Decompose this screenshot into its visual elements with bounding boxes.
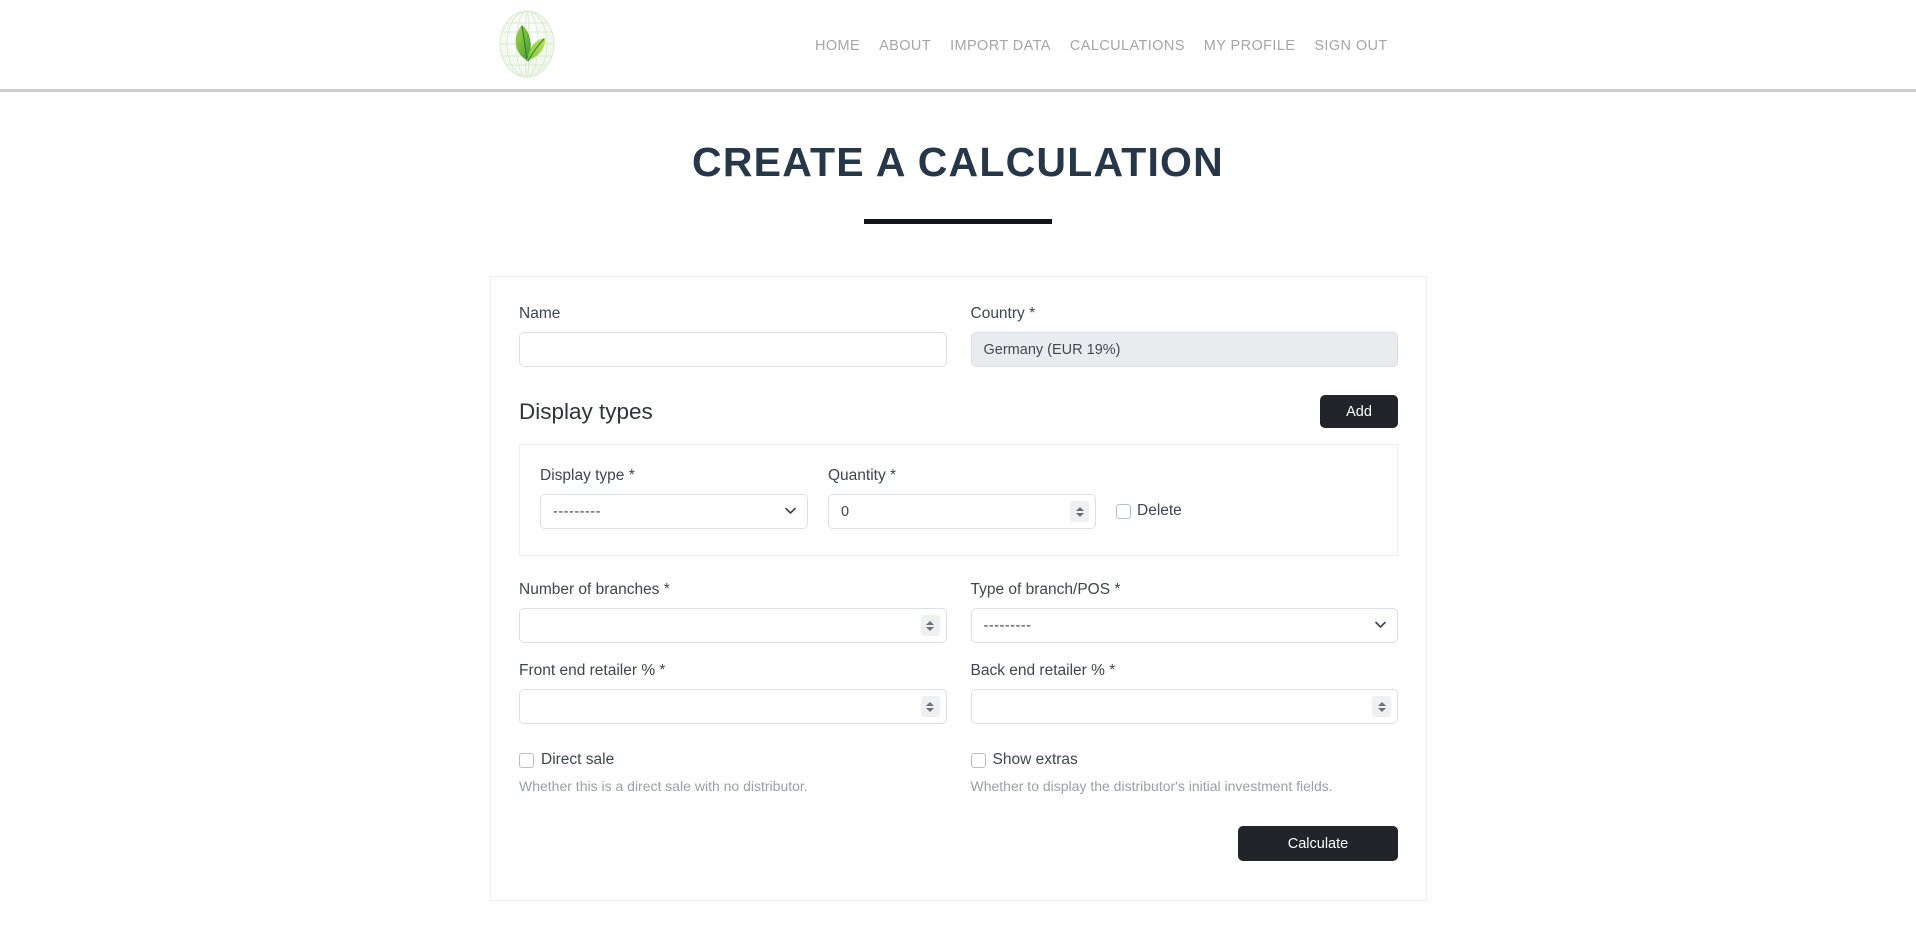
front-end-retailer-group: Front end retailer % * bbox=[519, 662, 947, 724]
direct-sale-checkbox[interactable] bbox=[519, 752, 534, 768]
nav-link-my-profile[interactable]: MY PROFILE bbox=[1204, 38, 1296, 54]
front-end-retailer-stepper[interactable] bbox=[920, 696, 940, 717]
name-field-group: Name bbox=[519, 305, 947, 367]
type-of-branch-group: Type of branch/POS * --------- bbox=[970, 581, 1398, 643]
back-end-retailer-label: Back end retailer % * bbox=[970, 662, 1116, 679]
number-of-branches-label: Number of branches * bbox=[519, 581, 670, 598]
country-label: Country * bbox=[970, 305, 1036, 322]
stepper-up-icon[interactable] bbox=[1377, 701, 1386, 706]
main-navigation: HOME ABOUT IMPORT DATA CALCULATIONS MY P… bbox=[815, 38, 1388, 54]
nav-link-home[interactable]: HOME bbox=[815, 38, 860, 54]
delete-checkbox-group[interactable]: Delete bbox=[1116, 494, 1182, 529]
title-underline-rule bbox=[864, 219, 1052, 225]
back-end-retailer-input[interactable] bbox=[970, 689, 1398, 724]
site-header: HOME ABOUT IMPORT DATA CALCULATIONS MY P… bbox=[0, 0, 1916, 92]
direct-sale-group: Direct sale Whether this is a direct sal… bbox=[519, 751, 947, 794]
display-type-field-group: Display type * --------- bbox=[540, 467, 808, 529]
quantity-field-group: Quantity * bbox=[828, 467, 1096, 529]
name-label: Name bbox=[519, 305, 561, 322]
display-type-select[interactable]: --------- bbox=[540, 494, 808, 529]
delete-checkbox-label: Delete bbox=[1137, 502, 1182, 519]
branches-row: Number of branches * Type of branch/POS … bbox=[519, 581, 1398, 643]
calculation-form-card: Name Country * Display types Add Display… bbox=[490, 276, 1427, 901]
direct-sale-checkbox-line[interactable]: Direct sale bbox=[519, 751, 947, 769]
show-extras-help-text: Whether to display the distributor's ini… bbox=[970, 778, 1333, 794]
back-end-retailer-stepper[interactable] bbox=[1372, 696, 1391, 717]
page-title: CREATE A CALCULATION bbox=[692, 139, 1224, 185]
show-extras-checkbox-line[interactable]: Show extras bbox=[970, 751, 1399, 769]
retailer-percent-row: Front end retailer % * Back end retailer… bbox=[519, 662, 1398, 724]
show-extras-group: Show extras Whether to display the distr… bbox=[970, 751, 1399, 794]
type-of-branch-label: Type of branch/POS * bbox=[970, 581, 1121, 598]
display-types-title: Display types bbox=[519, 398, 653, 424]
direct-sale-label: Direct sale bbox=[541, 751, 615, 768]
number-of-branches-stepper[interactable] bbox=[920, 615, 940, 636]
leaf-globe-logo-icon[interactable] bbox=[491, 8, 563, 80]
nav-link-sign-out[interactable]: SIGN OUT bbox=[1314, 38, 1387, 54]
display-types-panel: Display type * --------- Quantity * 0 De… bbox=[519, 444, 1398, 556]
front-end-retailer-input[interactable] bbox=[519, 689, 947, 724]
form-footer-actions: Calculate bbox=[519, 826, 1398, 861]
front-end-retailer-label: Front end retailer % * bbox=[519, 662, 666, 679]
quantity-label: Quantity * bbox=[828, 467, 897, 484]
stepper-up-icon[interactable] bbox=[926, 701, 934, 706]
page-title-section: CREATE A CALCULATION bbox=[0, 139, 1916, 225]
show-extras-checkbox[interactable] bbox=[970, 752, 986, 768]
show-extras-label: Show extras bbox=[992, 751, 1078, 768]
nav-link-calculations[interactable]: CALCULATIONS bbox=[1070, 38, 1185, 54]
stepper-down-icon[interactable] bbox=[926, 707, 934, 712]
quantity-input[interactable] bbox=[828, 494, 1096, 529]
nav-link-about[interactable]: ABOUT bbox=[879, 38, 931, 54]
display-type-label: Display type * bbox=[540, 467, 635, 484]
country-field-group: Country * bbox=[970, 305, 1398, 367]
name-country-row: Name Country * bbox=[519, 305, 1398, 367]
stepper-down-icon[interactable] bbox=[1075, 512, 1084, 517]
display-types-header: Display types Add bbox=[519, 395, 1398, 428]
stepper-up-icon[interactable] bbox=[926, 620, 934, 625]
name-input[interactable] bbox=[519, 332, 947, 367]
stepper-down-icon[interactable] bbox=[926, 626, 934, 631]
delete-checkbox[interactable] bbox=[1116, 503, 1131, 519]
options-row: Direct sale Whether this is a direct sal… bbox=[519, 751, 1398, 794]
type-of-branch-select[interactable]: --------- bbox=[970, 608, 1398, 643]
stepper-up-icon[interactable] bbox=[1075, 506, 1084, 511]
back-end-retailer-group: Back end retailer % * bbox=[970, 662, 1398, 724]
calculate-button[interactable]: Calculate bbox=[1238, 826, 1398, 861]
display-type-row: Display type * --------- Quantity * 0 De… bbox=[540, 467, 1377, 529]
number-of-branches-group: Number of branches * bbox=[519, 581, 947, 643]
direct-sale-help-text: Whether this is a direct sale with no di… bbox=[519, 778, 808, 794]
add-display-type-button[interactable]: Add bbox=[1320, 395, 1398, 428]
country-input bbox=[970, 332, 1398, 367]
stepper-down-icon[interactable] bbox=[1377, 707, 1386, 712]
nav-link-import-data[interactable]: IMPORT DATA bbox=[950, 38, 1051, 54]
number-of-branches-input[interactable] bbox=[519, 608, 947, 643]
quantity-stepper[interactable] bbox=[1070, 501, 1089, 522]
